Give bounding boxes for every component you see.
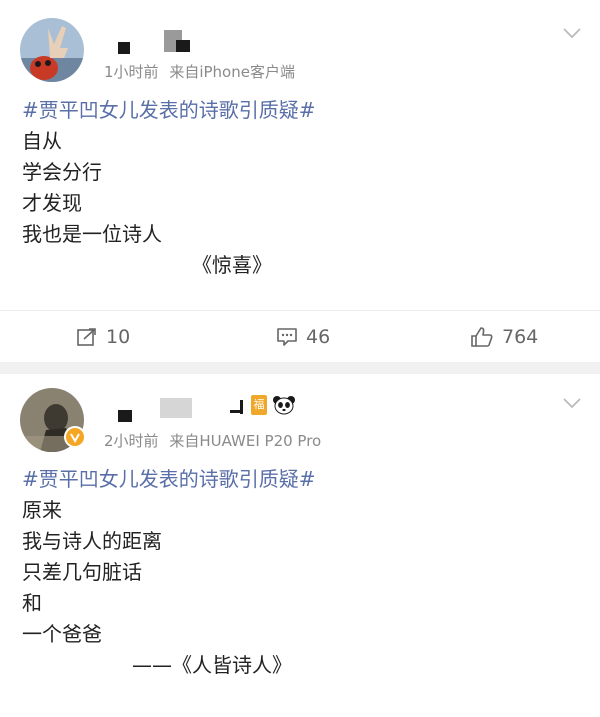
post-meta: 2小时前 来自HUAWEI P20 Pro (104, 430, 321, 451)
post-source: 来自HUAWEI P20 Pro (169, 432, 322, 450)
post-text-line: 只差几句脏话 (22, 560, 142, 584)
repost-count: 10 (106, 326, 131, 348)
like-icon (471, 327, 493, 347)
post-text-line: 和 (22, 591, 42, 615)
post-content: #贾平凹女儿发表的诗歌引质疑# 原来 我与诗人的距离 只差几句脏话 和 一个爸爸… (22, 464, 580, 681)
post-time: 2小时前 (104, 432, 159, 450)
post-text-line: 自从 (22, 129, 62, 153)
post-time: 1小时前 (104, 63, 159, 81)
post-text-line: 我也是一位诗人 (22, 222, 162, 246)
poem-title: 《惊喜》 (192, 253, 272, 277)
like-count: 764 (502, 326, 539, 348)
comment-button[interactable]: 46 (276, 311, 330, 363)
hashtag-link[interactable]: #贾平凹女儿发表的诗歌引质疑# (22, 95, 580, 126)
repost-icon (77, 328, 96, 346)
comment-icon (277, 328, 297, 346)
post-text-line: 才发现 (22, 191, 82, 215)
chevron-down-icon[interactable] (562, 26, 582, 40)
avatar-image (20, 18, 84, 82)
post-text-line: 学会分行 (22, 160, 102, 184)
repost-button[interactable]: 10 (76, 311, 130, 363)
weibo-post: 1小时前 来自iPhone客户端 #贾平凹女儿发表的诗歌引质疑# 自从 学会分行… (0, 0, 600, 362)
panda-icon (273, 396, 295, 415)
action-bar: 10 46 764 (0, 310, 600, 363)
weibo-post: 2小时前 来自HUAWEI P20 Pro #贾平凹女儿发表的诗歌引质疑# 原来… (0, 374, 600, 717)
hashtag-link[interactable]: #贾平凹女儿发表的诗歌引质疑# (22, 464, 580, 495)
post-content: #贾平凹女儿发表的诗歌引质疑# 自从 学会分行 才发现 我也是一位诗人 《惊喜》 (22, 95, 580, 281)
like-button[interactable]: 764 (470, 311, 538, 363)
comment-count: 46 (306, 326, 331, 348)
avatar[interactable] (20, 18, 84, 82)
post-text-line: 原来 (22, 498, 62, 522)
fu-badge-icon: 福 (251, 395, 267, 415)
poem-title: ——《人皆诗人》 (132, 653, 292, 677)
post-meta: 1小时前 来自iPhone客户端 (104, 61, 295, 82)
post-separator (0, 362, 600, 374)
post-text-line: 我与诗人的距离 (22, 529, 162, 553)
post-source: 来自iPhone客户端 (169, 63, 295, 81)
post-text-line: 一个爸爸 (22, 622, 102, 646)
verified-badge (64, 426, 86, 448)
chevron-down-icon[interactable] (562, 396, 582, 410)
verified-v-icon (70, 433, 80, 443)
